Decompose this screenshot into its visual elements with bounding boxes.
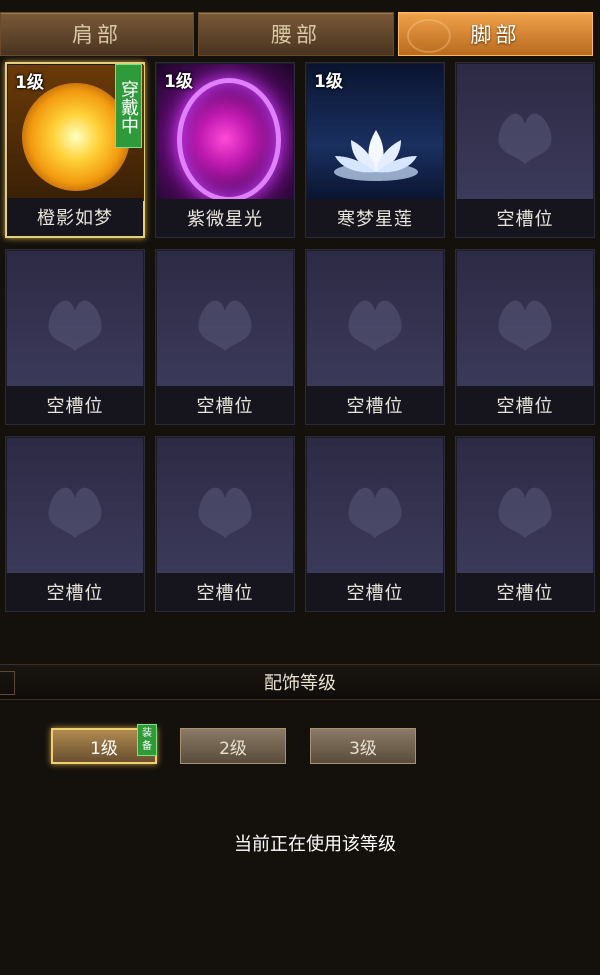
item-name: 空槽位	[6, 386, 144, 424]
butterfly-icon	[7, 251, 143, 387]
swirl-decoration-icon	[407, 19, 451, 53]
item-name: 空槽位	[156, 573, 294, 611]
level-3-button[interactable]: 3级	[310, 728, 416, 764]
section-title: 配饰等级	[264, 673, 336, 694]
tab-feet[interactable]: 脚部	[398, 12, 593, 56]
item-name: 空槽位	[306, 573, 444, 611]
wearing-badge: 穿戴中	[115, 64, 142, 148]
section-header: 配饰等级	[0, 664, 600, 700]
empty-slot[interactable]: 空槽位	[5, 436, 145, 612]
butterfly-icon	[457, 251, 593, 387]
item-level: 1级	[15, 73, 44, 93]
accessory-slot[interactable]: 1级 寒梦星莲	[305, 62, 445, 238]
tab-waist[interactable]: 腰部	[198, 12, 394, 56]
item-name: 橙影如梦	[7, 198, 143, 236]
butterfly-icon	[457, 438, 593, 574]
butterfly-icon	[457, 64, 593, 200]
empty-slot[interactable]: 空槽位	[155, 249, 295, 425]
empty-slot[interactable]: 空槽位	[155, 436, 295, 612]
tab-feet-label: 脚部	[470, 23, 521, 47]
item-level: 1级	[164, 72, 193, 92]
item-name: 空槽位	[456, 573, 594, 611]
item-name: 空槽位	[6, 573, 144, 611]
empty-slot[interactable]: 空槽位	[455, 62, 595, 238]
item-name: 寒梦星莲	[306, 199, 444, 237]
item-name: 空槽位	[456, 386, 594, 424]
butterfly-icon	[7, 438, 143, 574]
empty-slot[interactable]: 空槽位	[305, 436, 445, 612]
item-level: 1级	[314, 72, 343, 92]
status-text: 当前正在使用该等级	[234, 834, 396, 855]
butterfly-icon	[157, 438, 293, 574]
item-name: 紫微星光	[156, 199, 294, 237]
tab-bar: 肩部 腰部 脚部	[0, 12, 600, 58]
item-name: 空槽位	[156, 386, 294, 424]
item-name: 空槽位	[306, 386, 444, 424]
accessory-slot[interactable]: 1级 穿戴中 橙影如梦	[5, 62, 145, 238]
level-2-button[interactable]: 2级	[180, 728, 286, 764]
empty-slot[interactable]: 空槽位	[305, 249, 445, 425]
empty-slot[interactable]: 空槽位	[455, 249, 595, 425]
butterfly-icon	[157, 251, 293, 387]
accessory-slot[interactable]: 1级 紫微星光	[155, 62, 295, 238]
item-name: 空槽位	[456, 199, 594, 237]
empty-slot[interactable]: 空槽位	[455, 436, 595, 612]
tab-shoulder[interactable]: 肩部	[0, 12, 194, 56]
empty-slot[interactable]: 空槽位	[5, 249, 145, 425]
equipped-tag: 装备	[137, 724, 157, 756]
butterfly-icon	[307, 251, 443, 387]
bracket-decoration-icon	[0, 671, 15, 695]
butterfly-icon	[307, 438, 443, 574]
